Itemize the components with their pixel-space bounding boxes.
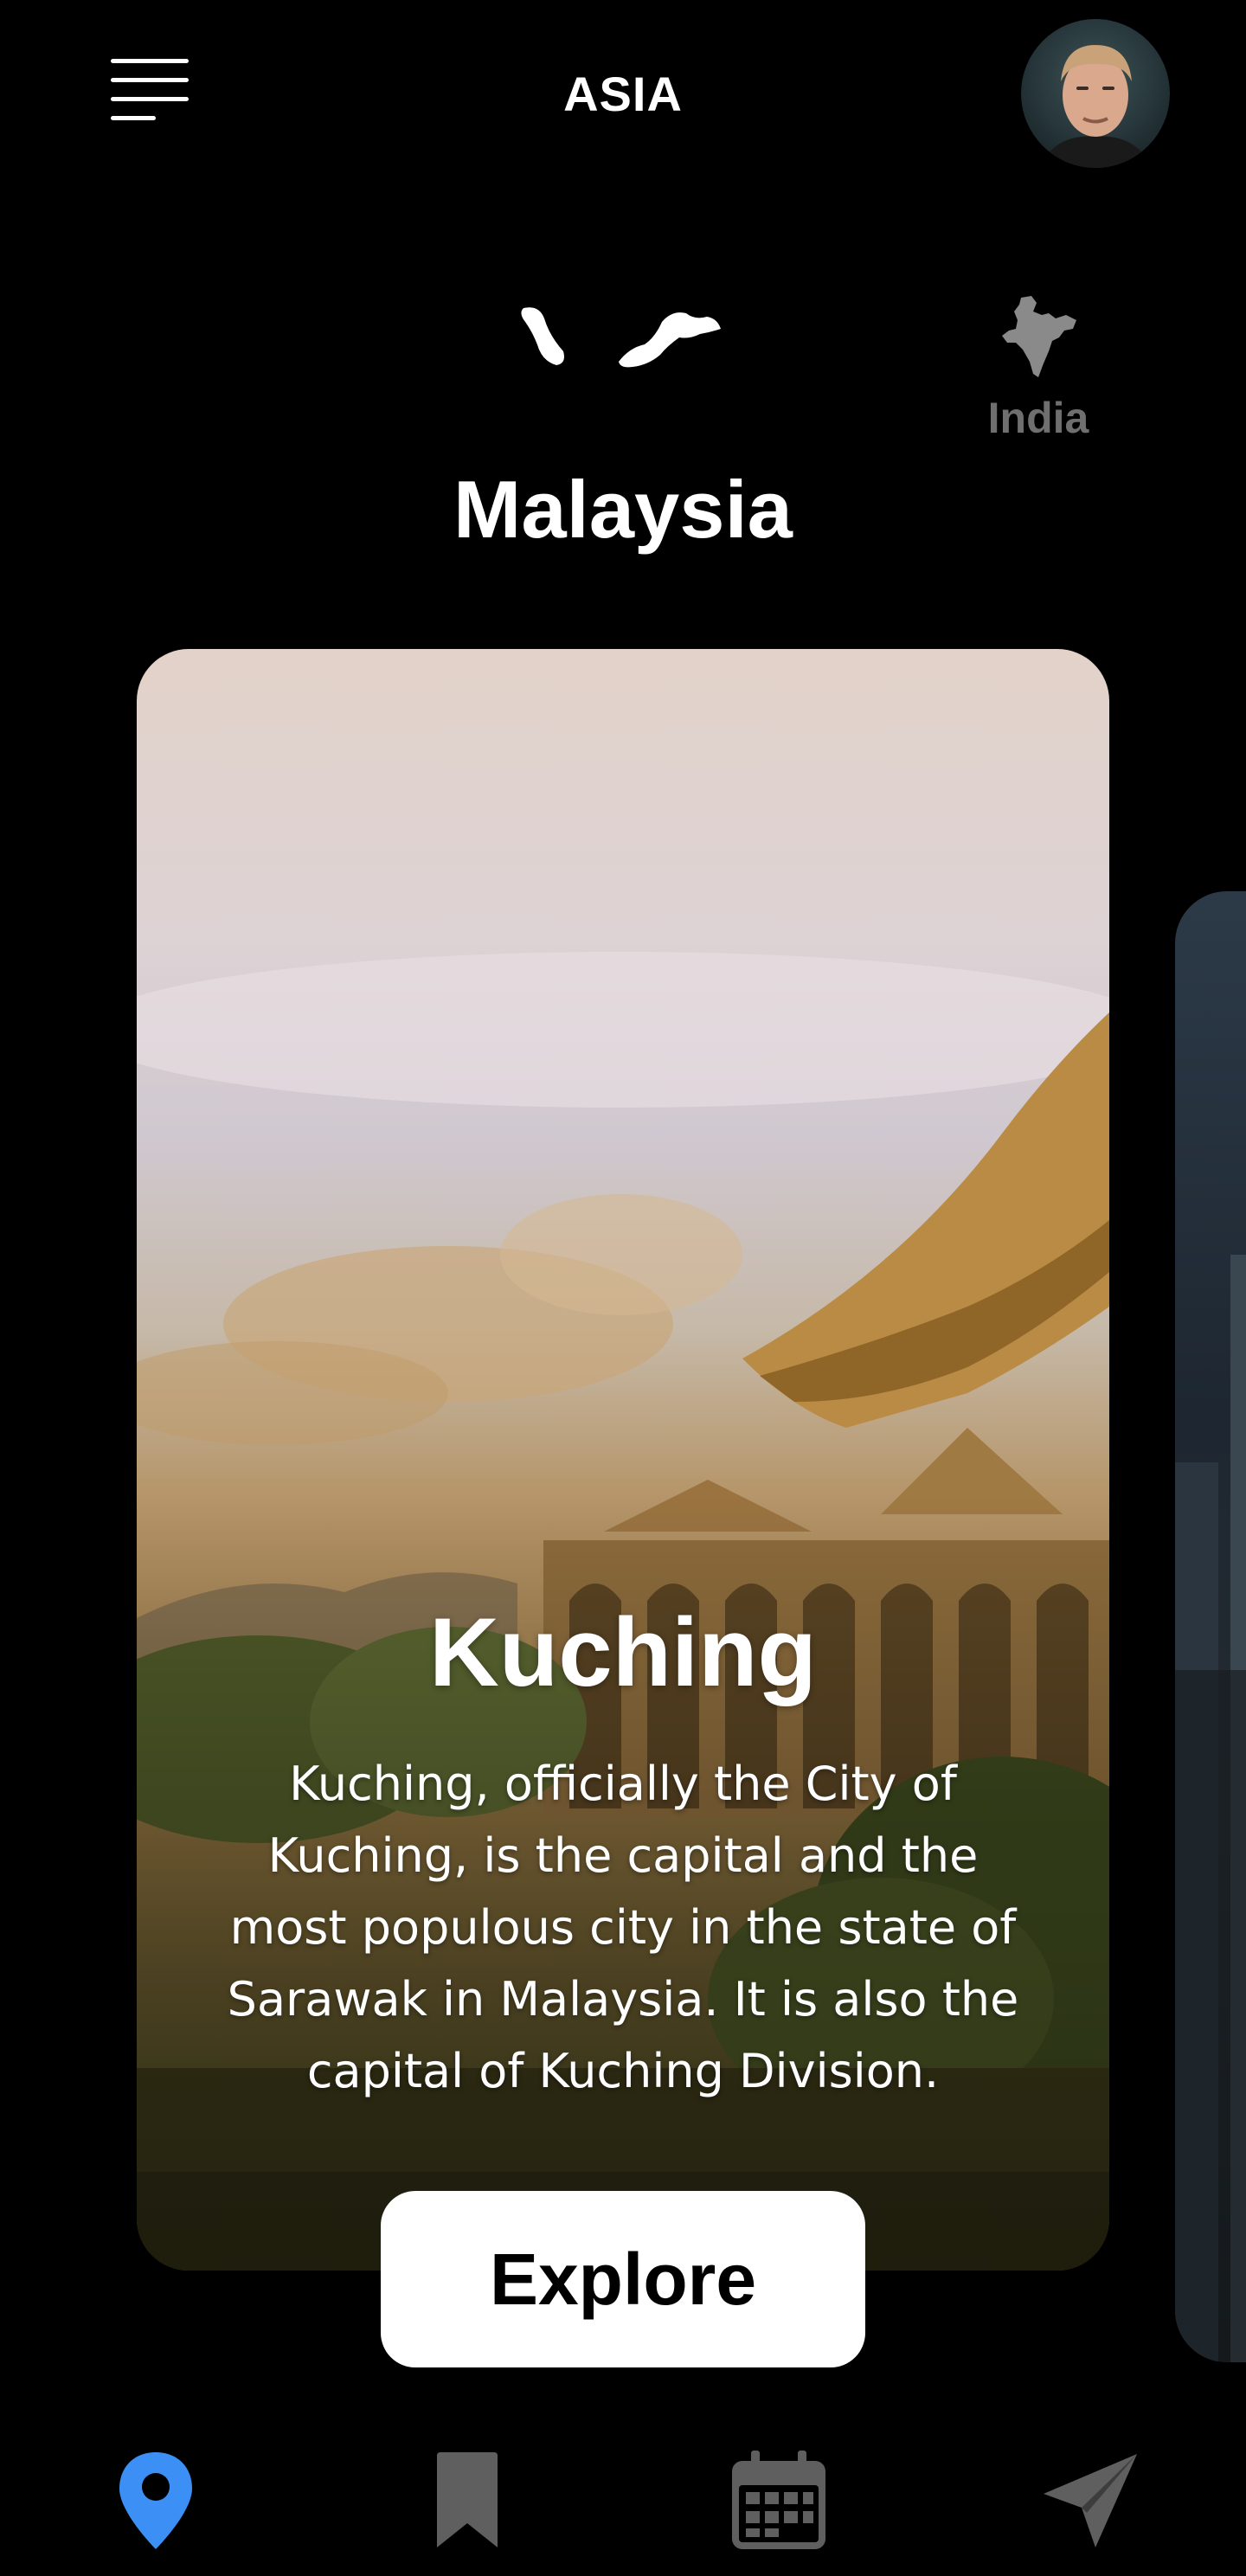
country-current-label: Malaysia	[453, 464, 793, 555]
country-next-label: India	[987, 394, 1089, 442]
city-name: Kuching	[429, 1598, 817, 1706]
paper-plane-icon	[1044, 2454, 1137, 2547]
nav-item-bookmarks[interactable]	[407, 2449, 528, 2570]
india-map-icon	[1002, 296, 1076, 377]
bookmark-icon	[437, 2452, 498, 2547]
calendar-icon	[732, 2451, 825, 2549]
country-next-india[interactable]: India	[969, 294, 1108, 476]
nav-item-location[interactable]	[95, 2449, 216, 2570]
explore-button[interactable]: Explore	[381, 2191, 865, 2367]
avatar-portrait	[1038, 45, 1153, 168]
user-avatar[interactable]	[1021, 19, 1170, 168]
city-description: Kuching, officially the City of Kuching,…	[227, 1757, 1019, 2098]
next-city-card[interactable]	[1175, 891, 1246, 2362]
malaysia-map-icon[interactable]	[515, 303, 731, 381]
nav-item-send[interactable]	[1030, 2449, 1151, 2570]
city-skyline-photo	[1175, 1255, 1246, 2362]
city-card[interactable]: Kuching Kuching, officially the City of …	[137, 649, 1109, 2271]
map-pin-icon	[119, 2452, 192, 2549]
bottom-nav	[0, 2431, 1246, 2576]
nav-item-calendar[interactable]	[718, 2449, 839, 2570]
